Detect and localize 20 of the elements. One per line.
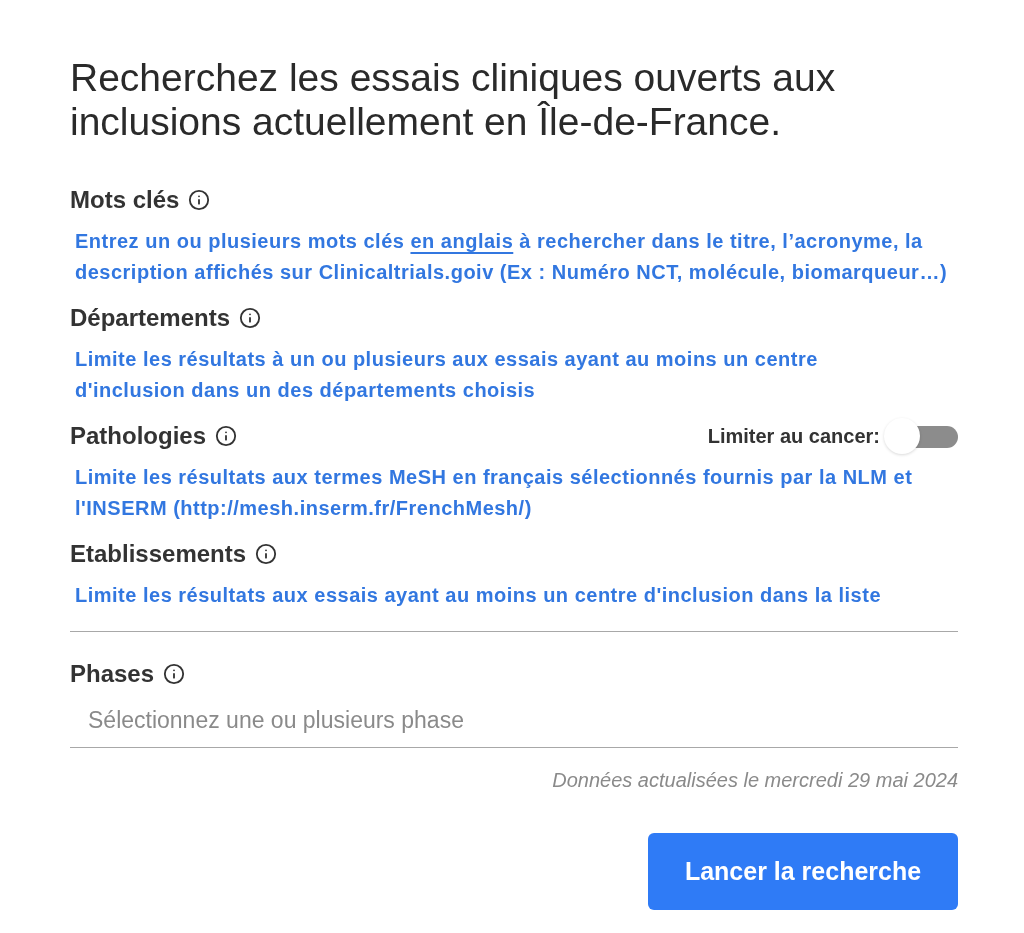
search-button[interactable]: Lancer la recherche <box>648 833 958 910</box>
info-icon[interactable] <box>239 307 262 329</box>
toggle-switch[interactable] <box>884 418 960 454</box>
help-text: Entrez un ou plusieurs mots clés en anglais à rechercher dans le titre, l’acronyme, la description affichés sur Clinicaltrials.goiv (Ex : Numéro NCT, molécule, biomarqueur…) <box>75 229 948 285</box>
help-text: Limite les résultats aux termes MeSH en français sélectionnés fournis par la NLM et l'INSERM (http://mesh.inserm.fr/FrenchMesh/) <box>75 465 913 521</box>
info-icon[interactable] <box>215 425 238 447</box>
field-label: Pathologies <box>70 421 207 451</box>
field-label: Etablissements <box>70 539 247 569</box>
toggle-label: Limiter au cancer: <box>707 424 880 449</box>
field-label: Phases <box>70 659 155 689</box>
update-date-note: Données actualisées le mercredi 29 mai 2024 <box>552 768 958 793</box>
phases-select-field[interactable]: Sélectionnez une ou plusieurs phase <box>70 694 958 748</box>
page-title: Recherchez les essais cliniques ouverts aux inclusions actuellement en Île-de-France. <box>70 56 837 144</box>
field-label: Départements <box>70 303 231 333</box>
field-label: Mots clés <box>70 185 180 215</box>
info-icon[interactable] <box>188 189 211 211</box>
info-icon[interactable] <box>163 663 186 685</box>
help-text: Limite les résultats à un ou plusieurs aux essais ayant au moins un centre d'inclusion dans un des départements choisis <box>75 347 818 403</box>
help-text: Limite les résultats aux essais ayant au moins un centre d'inclusion dans la liste <box>75 583 882 608</box>
info-icon[interactable] <box>255 543 278 565</box>
